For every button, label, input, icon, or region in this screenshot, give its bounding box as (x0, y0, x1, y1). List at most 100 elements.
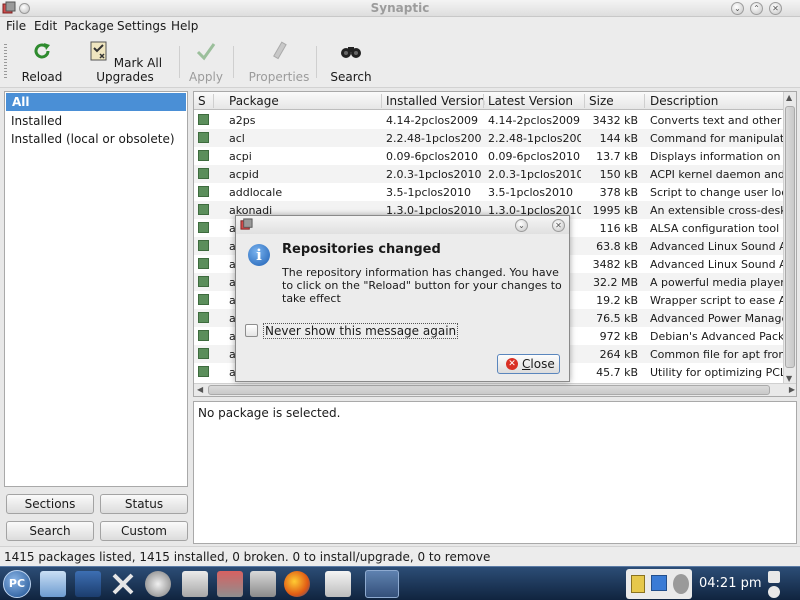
installed-status-icon[interactable] (198, 168, 209, 179)
column-latest-version[interactable]: Latest Version (488, 94, 573, 108)
scroll-up-arrow-icon[interactable]: ▲ (786, 93, 792, 102)
logout-icon[interactable] (768, 586, 780, 598)
search-button[interactable]: Search (330, 40, 372, 84)
cell-size: 144 kB (599, 132, 638, 145)
cell-desc: Advanced Power Manage (650, 312, 784, 325)
synaptic-taskbar-icon[interactable] (217, 571, 243, 597)
reload-button[interactable]: Reload (20, 40, 64, 84)
installed-status-icon[interactable] (198, 150, 209, 161)
dialog-close-window-button[interactable]: ✕ (552, 219, 565, 232)
installed-status-icon[interactable] (198, 222, 209, 233)
system-tray (626, 569, 692, 599)
close-button[interactable]: ✕ Close (497, 354, 560, 374)
toolbar-separator (316, 46, 317, 78)
package-details: No package is selected. (193, 401, 797, 544)
table-row[interactable]: acl 2.2.48-1pclos2009 2.2.48-1pclos2009 144… (194, 129, 784, 147)
custom-button[interactable]: Custom (100, 521, 188, 541)
installed-status-icon[interactable] (198, 132, 209, 143)
status-bar: 1415 packages listed, 1415 installed, 0 … (0, 546, 800, 566)
installed-status-icon[interactable] (198, 186, 209, 197)
binoculars-icon (341, 47, 361, 58)
cell-desc: Debian's Advanced Packa (650, 330, 784, 343)
synaptic-app-icon[interactable] (240, 218, 253, 231)
computer-icon[interactable] (40, 571, 66, 597)
installed-status-icon[interactable] (198, 204, 209, 215)
vertical-scroll-thumb[interactable] (785, 106, 795, 368)
installed-status-icon[interactable] (198, 240, 209, 251)
column-description[interactable]: Description (650, 94, 718, 108)
upgrade-checklist-icon (90, 41, 107, 61)
installed-status-icon[interactable] (198, 348, 209, 359)
close-window-button[interactable]: ✕ (769, 2, 782, 15)
column-installed-version[interactable]: Installed Version (386, 94, 485, 108)
menu-edit[interactable]: Edit (34, 19, 57, 33)
column-status[interactable]: S (198, 94, 206, 108)
lock-screen-icon[interactable] (768, 571, 780, 583)
column-size[interactable]: Size (589, 94, 614, 108)
search-filter-label: Search (29, 524, 71, 538)
horizontal-scroll-thumb[interactable] (208, 385, 770, 395)
desktop-icon[interactable] (75, 571, 101, 597)
cell-desc: Utility for optimizing PCL (650, 366, 784, 379)
cell-desc: Advanced Linux Sound A (650, 240, 784, 253)
menu-file[interactable]: File (6, 19, 26, 33)
taskbar-window-synaptic[interactable] (365, 570, 399, 598)
cell-name: acpi (229, 150, 252, 163)
cancel-icon: ✕ (506, 358, 518, 370)
sections-button[interactable]: Sections (6, 494, 94, 514)
firefox-icon[interactable] (284, 571, 310, 597)
close-icon: ✕ (772, 4, 779, 13)
installed-status-icon[interactable] (198, 114, 209, 125)
maximize-button[interactable]: ⌃ (750, 2, 763, 15)
horizontal-scrollbar[interactable]: ◀ ▶ (194, 383, 796, 396)
installed-status-icon[interactable] (198, 258, 209, 269)
apply-button[interactable]: Apply (186, 40, 226, 84)
network-icon[interactable] (651, 575, 667, 591)
scroll-left-arrow-icon[interactable]: ◀ (197, 385, 203, 394)
cell-name: a2ps (229, 114, 256, 127)
never-show-checkbox[interactable] (245, 324, 258, 337)
column-divider (584, 94, 585, 108)
installed-status-icon[interactable] (198, 312, 209, 323)
installed-status-icon[interactable] (198, 366, 209, 377)
dialog-minimize-button[interactable]: ⌄ (515, 219, 528, 232)
installed-status-icon[interactable] (198, 330, 209, 341)
vertical-scrollbar[interactable]: ▲ ▼ (783, 92, 796, 384)
volume-icon[interactable] (673, 574, 689, 594)
table-row[interactable]: acpi 0.09-6pclos2010 0.09-6pclos2010 13.7 k… (194, 147, 784, 165)
menu-settings[interactable]: Settings (117, 19, 166, 33)
scroll-right-arrow-icon[interactable]: ▶ (789, 385, 795, 394)
installed-status-icon[interactable] (198, 294, 209, 305)
table-row[interactable]: a2ps 4.14-2pclos2009 4.14-2pclos2009 3432 k… (194, 111, 784, 129)
filter-item-installed[interactable]: Installed (5, 112, 187, 130)
filter-item-all[interactable]: All (6, 93, 186, 111)
toolbar-grip[interactable] (4, 44, 7, 80)
menu-help[interactable]: Help (171, 19, 198, 33)
column-package[interactable]: Package (229, 94, 279, 108)
repositories-changed-dialog: ⌄ ✕ i Repositories changed The repositor… (235, 215, 570, 382)
scroll-down-arrow-icon[interactable]: ▼ (786, 374, 792, 383)
status-button[interactable]: Status (100, 494, 188, 514)
properties-button[interactable]: Properties (248, 40, 310, 84)
installed-status-icon[interactable] (198, 276, 209, 287)
mark-all-upgrades-button[interactable]: Mark All Upgrades (76, 40, 174, 84)
search-filter-button[interactable]: Search (6, 521, 94, 541)
terminal-icon[interactable] (250, 571, 276, 597)
control-center-icon[interactable] (145, 571, 171, 597)
file-manager-icon[interactable] (182, 571, 208, 597)
menu-package[interactable]: Package (64, 19, 114, 33)
never-show-label[interactable]: Never show this message again (263, 323, 459, 339)
cell-desc: Converts text and other (650, 114, 782, 127)
minimize-button[interactable]: ⌄ (731, 2, 744, 15)
cell-size: 13.7 kB (596, 150, 638, 163)
clock[interactable]: 04:21 pm (699, 576, 762, 591)
system-settings-icon[interactable] (110, 571, 136, 597)
clipboard-icon[interactable] (631, 575, 645, 593)
filter-item-installed-local[interactable]: Installed (local or obsolete) (5, 130, 187, 148)
text-editor-icon[interactable] (325, 571, 351, 597)
cell-size: 63.8 kB (596, 240, 638, 253)
table-row[interactable]: acpid 2.0.3-1pclos2010 2.0.3-1pclos2010 150… (194, 165, 784, 183)
start-menu-button[interactable]: PC (3, 570, 31, 598)
cell-installed: 0.09-6pclos2010 (386, 150, 479, 163)
table-row[interactable]: addlocale 3.5-1pclos2010 3.5-1pclos2010 378… (194, 183, 784, 201)
